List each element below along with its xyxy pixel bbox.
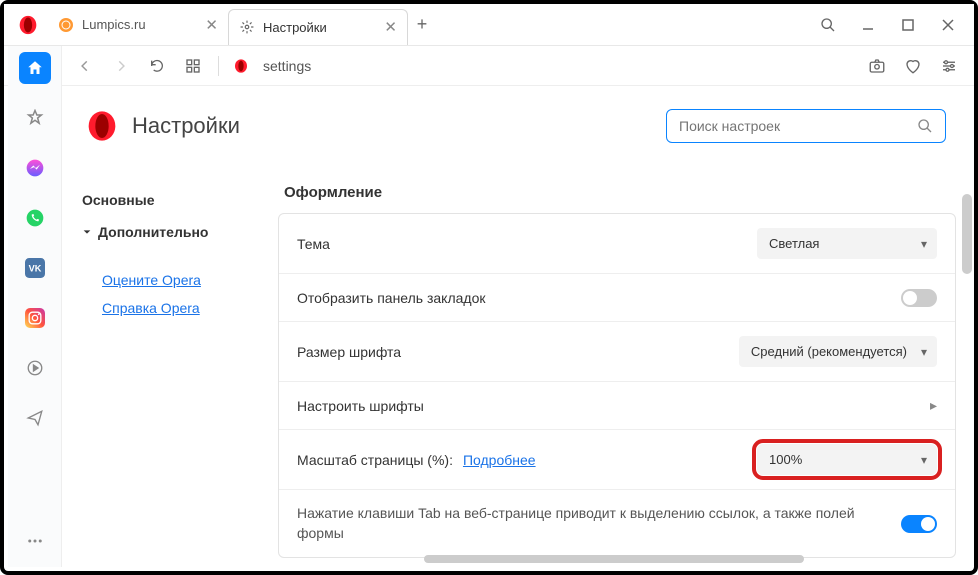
sidebar-vk-icon[interactable]: VK — [19, 252, 51, 284]
chevron-down-icon — [82, 227, 92, 237]
nav-main[interactable]: Основные — [82, 184, 270, 216]
tab-close-icon[interactable]: ✕ — [205, 16, 218, 34]
row-fontsize: Размер шрифта Средний (рекомендуется) — [279, 322, 955, 382]
zoom-select[interactable]: 100% — [757, 444, 937, 475]
row-fonts[interactable]: Настроить шрифты ▸ — [279, 382, 955, 430]
divider — [218, 56, 219, 76]
zoom-label: Масштаб страницы (%): — [297, 452, 453, 468]
browser-sidebar: VK — [8, 46, 62, 567]
sidebar-send-icon[interactable] — [19, 402, 51, 434]
speed-dial-button[interactable] — [182, 55, 204, 77]
sidebar-home-icon[interactable] — [19, 52, 51, 84]
opera-logo-icon — [18, 15, 38, 35]
fontsize-select[interactable]: Средний (рекомендуется) — [739, 336, 937, 367]
search-icon — [917, 118, 933, 134]
settings-header: Настройки — [58, 86, 974, 166]
nav-help-opera[interactable]: Справка Opera — [82, 294, 270, 322]
easy-setup-icon[interactable] — [938, 55, 960, 77]
section-title: Оформление — [284, 184, 956, 201]
titlebar: Lumpics.ru ✕ Настройки ✕ + — [4, 4, 974, 46]
back-button[interactable] — [74, 55, 96, 77]
scrollbar-vertical[interactable] — [962, 194, 972, 274]
minimize-button[interactable] — [850, 7, 886, 43]
theme-select[interactable]: Светлая — [757, 228, 937, 259]
sidebar-instagram-icon[interactable] — [19, 302, 51, 334]
snapshot-icon[interactable] — [866, 55, 888, 77]
scrollbar-horizontal[interactable] — [424, 555, 804, 563]
settings-search[interactable] — [666, 109, 946, 143]
settings-page: Настройки Основные Дополнительно Оцените… — [58, 86, 974, 558]
svg-text:VK: VK — [28, 263, 41, 273]
tab-lumpics[interactable]: Lumpics.ru ✕ — [48, 8, 228, 42]
tab-title: Настройки — [263, 20, 327, 35]
reload-button[interactable] — [146, 55, 168, 77]
bookmarks-label: Отобразить панель закладок — [297, 290, 891, 306]
tab-favicon-icon — [58, 17, 74, 33]
address-bar[interactable]: settings — [263, 58, 852, 74]
sidebar-whatsapp-icon[interactable] — [19, 202, 51, 234]
opera-small-icon — [233, 58, 249, 74]
settings-panel: Оформление Тема Светлая Отобразить панел… — [278, 166, 974, 558]
theme-label: Тема — [297, 236, 747, 252]
sidebar-messenger-icon[interactable] — [19, 152, 51, 184]
tab-settings[interactable]: Настройки ✕ — [228, 9, 408, 45]
settings-nav: Основные Дополнительно Оцените Opera Спр… — [58, 166, 278, 558]
gear-icon — [239, 19, 255, 35]
tabkey-toggle[interactable] — [901, 515, 937, 533]
search-icon[interactable] — [810, 7, 846, 43]
fonts-label: Настроить шрифты — [297, 398, 920, 414]
search-input[interactable] — [679, 118, 917, 134]
tabkey-label: Нажатие клавиши Tab на веб-странице прив… — [297, 504, 891, 543]
sidebar-bookmark-icon[interactable] — [19, 102, 51, 134]
row-theme: Тема Светлая — [279, 214, 955, 274]
nav-rate-opera[interactable]: Оцените Opera — [82, 266, 270, 294]
heart-icon[interactable] — [902, 55, 924, 77]
tab-title: Lumpics.ru — [82, 17, 146, 32]
row-bookmarks: Отобразить панель закладок — [279, 274, 955, 322]
maximize-button[interactable] — [890, 7, 926, 43]
sidebar-play-icon[interactable] — [19, 352, 51, 384]
tab-close-icon[interactable]: ✕ — [384, 18, 397, 36]
tab-strip: Lumpics.ru ✕ Настройки ✕ + — [48, 4, 810, 45]
sidebar-more-icon[interactable] — [19, 525, 51, 557]
bookmarks-toggle[interactable] — [901, 289, 937, 307]
toolbar: settings — [4, 46, 974, 86]
nav-advanced[interactable]: Дополнительно — [82, 216, 270, 248]
page-title: Настройки — [132, 113, 240, 139]
chevron-right-icon: ▸ — [930, 397, 937, 414]
fontsize-label: Размер шрифта — [297, 344, 729, 360]
forward-button[interactable] — [110, 55, 132, 77]
row-tabkey: Нажатие клавиши Tab на веб-странице прив… — [279, 490, 955, 557]
zoom-learn-more-link[interactable]: Подробнее — [463, 452, 536, 468]
opera-logo-icon — [86, 110, 118, 142]
close-button[interactable] — [930, 7, 966, 43]
new-tab-button[interactable]: + — [408, 11, 436, 39]
appearance-card: Тема Светлая Отобразить панель закладок … — [278, 213, 956, 558]
row-zoom: Масштаб страницы (%): Подробнее 100% — [279, 430, 955, 490]
